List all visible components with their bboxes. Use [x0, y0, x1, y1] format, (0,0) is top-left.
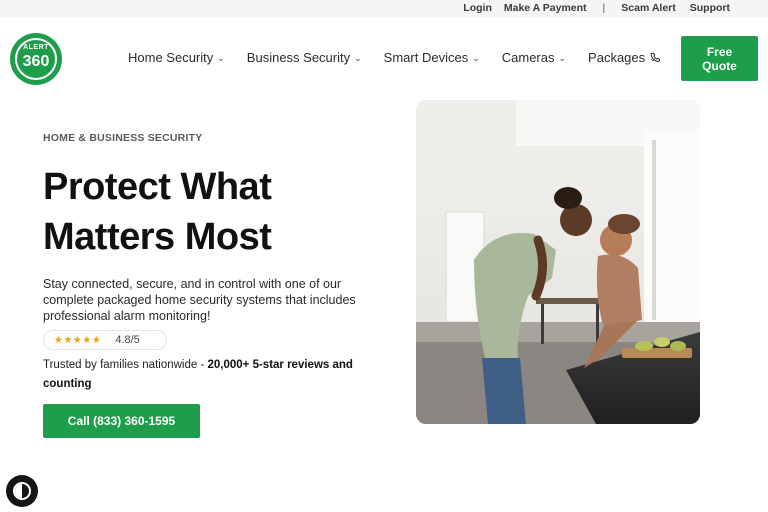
phone-icon[interactable] [650, 52, 662, 64]
nav-item-smart-devices[interactable]: Smart Devices ⌄ [384, 50, 480, 65]
alert360-logo[interactable]: ALERT 360 [10, 33, 62, 85]
utility-separator: | [602, 2, 606, 14]
utility-links: Login Make A Payment | Scam Alert Suppor… [463, 2, 730, 14]
logo-text-360: 360 [22, 53, 50, 70]
nav-item-label: Packages [588, 50, 646, 65]
quote-line-2: Quote [702, 59, 737, 73]
nav-item-label: Home Security [128, 50, 214, 65]
nav-item-cameras[interactable]: Cameras ⌄ [502, 50, 566, 65]
make-payment-link[interactable]: Make A Payment [504, 2, 587, 14]
scam-alert-link[interactable]: Scam Alert [621, 2, 675, 14]
nav-item-label: Business Security [246, 50, 351, 65]
rating-score: 4.8/5 [115, 334, 140, 346]
chevron-down-icon: ⌄ [558, 53, 567, 63]
chevron-down-icon: ⌄ [472, 53, 480, 63]
accessibility-icon [13, 482, 31, 500]
support-link[interactable]: Support [690, 2, 730, 14]
hero-photo [416, 100, 700, 424]
hero-subtext: Stay connected, secure, and in control w… [43, 277, 356, 323]
login-link[interactable]: Login [463, 2, 492, 14]
hero-headline: Protect What Matters Most [43, 166, 272, 258]
chevron-down-icon: ⌄ [217, 53, 225, 63]
call-phone-button[interactable]: Call (833) 360-1595 [43, 404, 200, 438]
trusted-text: Trusted by families nationwide - 20,000+… [43, 356, 363, 394]
utility-bar: Login Make A Payment | Scam Alert Suppor… [0, 0, 768, 17]
nav-item-label: Smart Devices [383, 50, 469, 65]
star-rating-icon: ★★★★★ [54, 334, 102, 346]
nav-item-packages[interactable]: Packages ⌄ [588, 50, 657, 65]
accessibility-button[interactable] [6, 475, 38, 507]
free-quote-button[interactable]: Free Quote [681, 36, 758, 81]
quote-line-1: Free [706, 45, 733, 59]
logo-text-alert: ALERT [23, 44, 49, 51]
nav-item-home-security[interactable]: Home Security ⌄ [128, 50, 225, 65]
hero-eyebrow: HOME & BUSINESS SECURITY [43, 132, 203, 144]
nav-item-label: Cameras [501, 50, 555, 65]
main-nav: Home Security ⌄ Business Security ⌄ Smar… [128, 50, 679, 65]
family-kitchen-photo [416, 100, 700, 424]
nav-item-business-security[interactable]: Business Security ⌄ [247, 50, 362, 65]
trusted-prefix: Trusted by families nationwide - [43, 359, 208, 371]
rating-badge: ★★★★★ 4.8/5 [43, 330, 167, 350]
chevron-down-icon: ⌄ [354, 53, 362, 63]
